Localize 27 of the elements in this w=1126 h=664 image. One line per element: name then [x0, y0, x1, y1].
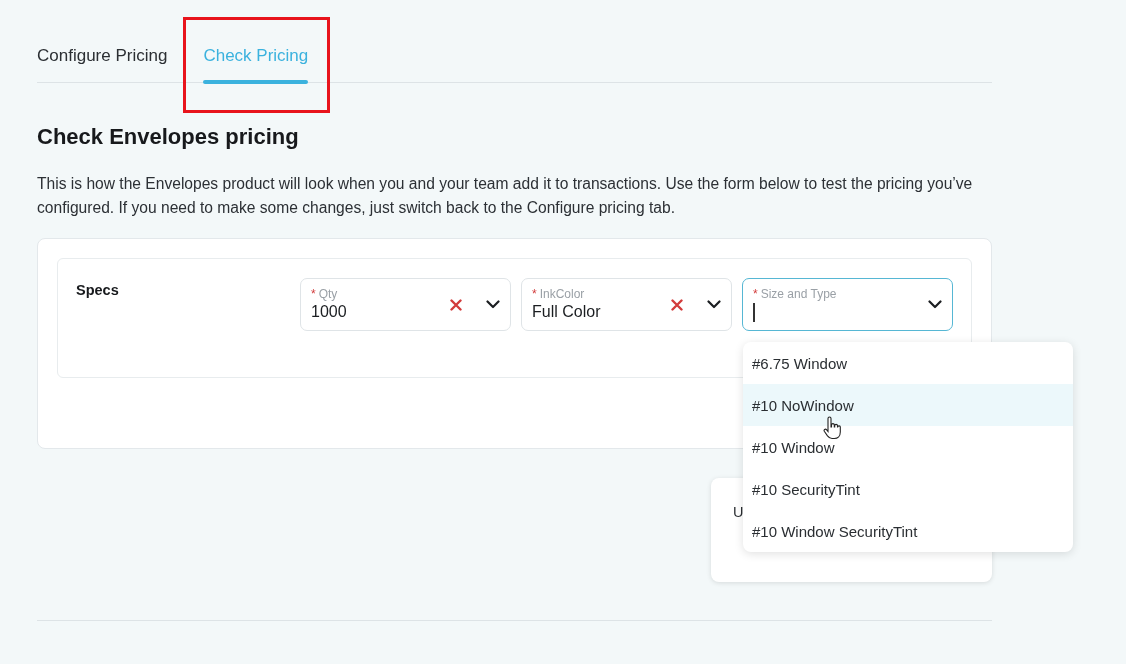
chevron-down-icon[interactable] — [928, 300, 942, 309]
field-value: 1000 — [311, 302, 348, 322]
select-field[interactable]: * InkColor Full Color — [521, 278, 732, 331]
description-text: This is how the Envelopes product will look when you and your team add it to transactions. Use the form below to test the pricing you’ve configured. If you need to make some changes, just switch back to the Configure pricing tab. — [37, 174, 974, 218]
clear-icon[interactable] — [671, 298, 683, 311]
chevron-down-icon[interactable] — [707, 300, 721, 309]
dropdown-option[interactable]: #6.75 Window — [743, 342, 1073, 384]
specs-label: Specs — [76, 282, 119, 298]
select-field[interactable]: * Qty 1000 — [300, 278, 511, 331]
tab[interactable]: Configure Pricing — [37, 46, 168, 82]
field-label: Qty — [318, 286, 338, 301]
required-mark: * — [753, 286, 758, 301]
field-value: Full Color — [532, 302, 602, 322]
dropdown-option[interactable]: #10 Window SecurityTint — [743, 510, 1073, 552]
field-label: InkColor — [539, 286, 585, 301]
hand-cursor-icon — [823, 416, 841, 440]
dropdown-option[interactable]: #10 Window — [743, 426, 1073, 468]
section-heading: Check Envelopes pricing — [37, 124, 300, 150]
required-mark: * — [311, 286, 316, 301]
required-mark: * — [532, 286, 537, 301]
chevron-down-icon[interactable] — [486, 300, 500, 309]
text-cursor — [753, 302, 755, 322]
dropdown-option[interactable]: #10 NoWindow — [743, 384, 1073, 426]
price-label: U — [733, 504, 744, 520]
dropdown-option[interactable]: #10 SecurityTint — [743, 468, 1073, 510]
clear-icon[interactable] — [450, 298, 462, 311]
field-label: Size and Type — [760, 286, 837, 301]
